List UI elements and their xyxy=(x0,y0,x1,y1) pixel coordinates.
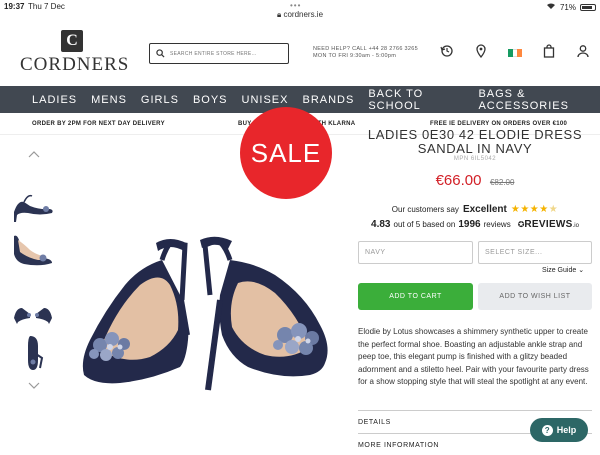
product-title: LADIES 0E30 42 ELODIE DRESS SANDAL IN NA… xyxy=(358,128,592,156)
more-information-label: MORE INFORMATION xyxy=(358,442,440,449)
chevron-up-icon[interactable] xyxy=(28,150,40,158)
sale-badge: SALE xyxy=(240,107,332,199)
url-bar[interactable]: 🔒︎ cordners.ie xyxy=(0,10,600,20)
nav-boys[interactable]: BOYS xyxy=(193,94,228,106)
site-logo[interactable]: CORDNERS xyxy=(20,30,130,80)
nav-unisex[interactable]: UNISEX xyxy=(242,94,289,106)
help-button[interactable]: ? Help xyxy=(530,418,588,442)
reviews-mid: out of 5 based on xyxy=(393,220,456,229)
add-to-cart-button[interactable]: ADD TO CART xyxy=(358,283,473,310)
search-input[interactable] xyxy=(170,50,280,57)
status-right: 71% xyxy=(546,2,596,12)
wifi-icon xyxy=(546,2,556,12)
thumbnail-gallery xyxy=(0,140,70,400)
nav-back-to-school[interactable]: BACK TO SCHOOL xyxy=(368,88,464,112)
lock-icon: 🔒︎ xyxy=(276,10,282,19)
thumbnail-1[interactable] xyxy=(10,182,56,222)
colour-select[interactable]: NAVY xyxy=(358,241,473,264)
current-price: €66.00 xyxy=(435,172,482,189)
tab-dots-icon[interactable]: ••• xyxy=(290,1,301,10)
ireland-flag-icon[interactable] xyxy=(508,48,523,57)
site-header: CORDNERS NEED HELP? CALL +44 28 2766 326… xyxy=(0,22,600,86)
history-icon[interactable] xyxy=(440,44,454,58)
reviews-widget[interactable]: Our customers say Excellent ★★★★★ 4.83 o… xyxy=(358,204,592,230)
thumbnail-2[interactable] xyxy=(10,230,56,270)
reviews-io-logo[interactable]: ✪REVIEWS.io xyxy=(518,219,579,230)
battery-percent: 71% xyxy=(559,2,576,12)
battery-icon xyxy=(580,3,596,11)
reviews-count: 1996 xyxy=(458,219,481,230)
help-hours: MON TO FRI 9:30am - 5:00pm xyxy=(313,53,397,59)
reviews-rating-word: Excellent xyxy=(462,204,507,215)
product-description: Elodie by Lotus showcases a shimmery syn… xyxy=(358,327,589,386)
url-text: cordners.ie xyxy=(283,10,324,19)
size-select[interactable]: SELECT SIZE... xyxy=(478,241,592,264)
thumbnail-3[interactable] xyxy=(10,288,56,328)
reviews-prefix: Our customers say xyxy=(391,205,459,214)
nav-bags-accessories[interactable]: BAGS & ACCESSORIES xyxy=(478,88,600,112)
help-button-label: Help xyxy=(556,425,577,435)
promo-next-day[interactable]: ORDER BY 2PM FOR NEXT DAY DELIVERY xyxy=(32,121,165,127)
reviews-score: 4.83 xyxy=(371,219,391,230)
old-price: €82.00 xyxy=(489,178,515,187)
header-icons xyxy=(440,44,590,59)
nav-girls[interactable]: GIRLS xyxy=(141,94,179,106)
nav-mens[interactable]: MENS xyxy=(91,94,127,106)
status-bar: 19:37 Thu 7 Dec ••• 🔒︎ cordners.ie 71% xyxy=(0,0,600,22)
chevron-down-icon: ⌄ xyxy=(578,267,585,274)
nav-ladies[interactable]: LADIES xyxy=(32,94,77,106)
add-to-wishlist-button[interactable]: ADD TO WISH LIST xyxy=(478,283,592,310)
help-question-icon: ? xyxy=(541,424,553,436)
logo-mark-icon xyxy=(61,30,83,52)
search-box[interactable] xyxy=(149,43,289,64)
thumbnail-4[interactable] xyxy=(10,332,56,372)
size-guide-link[interactable]: Size Guide ⌄ xyxy=(542,266,584,274)
product-mpn: MPN 6IL5042 xyxy=(453,156,497,162)
cart-icon[interactable] xyxy=(542,44,556,58)
product-title-line1: LADIES 0E30 42 ELODIE DRESS xyxy=(367,127,583,142)
help-line: NEED HELP? CALL +44 28 2766 3265 MON TO … xyxy=(313,46,418,60)
product-title-line2: SANDAL IN NAVY xyxy=(417,141,533,156)
chevron-down-icon[interactable] xyxy=(28,382,40,390)
store-locator-icon[interactable] xyxy=(474,44,488,59)
search-icon[interactable] xyxy=(156,45,165,63)
account-icon[interactable] xyxy=(576,44,590,58)
details-label: DETAILS xyxy=(358,419,391,426)
product-price: €66.00 €82.00 xyxy=(358,172,592,190)
star-rating-icon: ★★★★★ xyxy=(510,204,559,215)
help-phone: NEED HELP? CALL +44 28 2766 3265 xyxy=(313,46,418,52)
logo-wordmark: CORDNERS xyxy=(20,54,130,75)
reviews-suffix: reviews xyxy=(483,220,511,229)
nav-brands[interactable]: BRANDS xyxy=(302,94,354,106)
